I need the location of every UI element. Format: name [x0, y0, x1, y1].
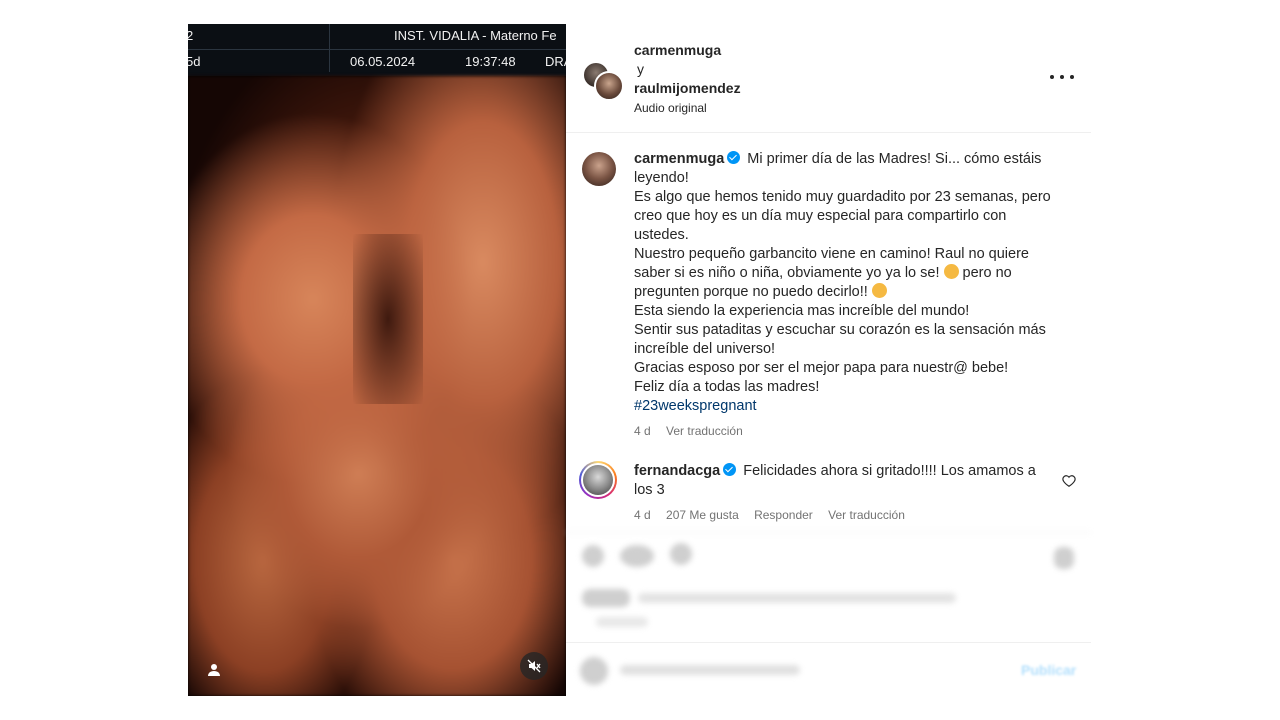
comment-input[interactable] — [580, 655, 810, 685]
ultrasound-left-top: 2 — [188, 28, 194, 43]
user-tag-icon[interactable] — [200, 656, 228, 684]
avatar[interactable] — [582, 152, 616, 186]
avatar[interactable] — [594, 71, 624, 101]
emoji-icon — [871, 283, 887, 298]
translate-link[interactable]: Ver traducción — [666, 424, 743, 438]
comment-composer: Publicar — [566, 642, 1091, 697]
caption-line: Feliz día a todas las madres! — [634, 379, 820, 395]
heart-icon[interactable] — [1062, 474, 1076, 488]
ultrasound-date: 06.05.2024 — [350, 54, 416, 69]
post-media-video[interactable]: 2 5d INST. VIDALIA - Materno Fe 06.05.20… — [188, 24, 566, 696]
comment-text: fernandacga Felicidades ahora si gritado… — [634, 462, 1044, 525]
caption-meta: 4 d Ver traducción — [634, 422, 1062, 441]
ultrasound-doctor: DRA — [545, 54, 566, 69]
ultrasound-institution: INST. VIDALIA - Materno Fe — [394, 28, 557, 43]
ultrasound-shadow — [353, 234, 423, 404]
comment-meta: 4 d 207 Me gusta Responder Ver traducció… — [634, 506, 1044, 525]
caption-line: Esta siendo la experiencia mas increíble… — [634, 303, 970, 319]
username-link[interactable]: carmenmuga — [634, 41, 741, 60]
caption-line: Sentir sus pataditas y escuchar su coraz… — [634, 322, 1046, 357]
ultrasound-header: 2 5d INST. VIDALIA - Materno Fe 06.05.20… — [188, 24, 566, 76]
caption-line: Es algo que hemos tenido muy guardadito … — [634, 189, 1051, 243]
translate-link[interactable]: Ver traducción — [828, 508, 905, 522]
collab-usernames: carmenmuga y raulmijomendez Audio origin… — [634, 41, 741, 118]
username-link[interactable]: raulmijomendez — [634, 79, 741, 98]
more-options-icon[interactable] — [1050, 70, 1074, 84]
collab-connector: y — [637, 61, 644, 77]
comment-time: 4 d — [634, 508, 651, 522]
avatar[interactable] — [579, 461, 617, 499]
post-side-panel: carmenmuga y raulmijomendez Audio origin… — [566, 24, 1091, 696]
username-link[interactable]: fernandacga — [634, 463, 720, 479]
instagram-post: 2 5d INST. VIDALIA - Materno Fe 06.05.20… — [188, 24, 1091, 696]
caption-text: carmenmuga Mi primer día de las Madres! … — [634, 150, 1062, 441]
ultrasound-time: 19:37:48 — [465, 54, 516, 69]
mute-icon[interactable] — [520, 652, 548, 680]
post-time: 4 d — [634, 424, 651, 438]
emoji-icon — [943, 264, 959, 279]
blurred-actions-area — [566, 532, 1091, 643]
comment-likes[interactable]: 207 Me gusta — [666, 508, 739, 522]
collab-avatars[interactable] — [582, 61, 624, 101]
post-header: carmenmuga y raulmijomendez Audio origin… — [566, 24, 1091, 133]
username-link[interactable]: carmenmuga — [634, 151, 724, 167]
caption-line: Gracias esposo por ser el mejor papa par… — [634, 360, 1009, 376]
hashtag-link[interactable]: #23weekspregnant — [634, 398, 757, 414]
verified-badge-icon — [723, 463, 737, 476]
verified-badge-icon — [727, 151, 741, 164]
audio-link[interactable]: Audio original — [634, 99, 741, 118]
reply-button[interactable]: Responder — [754, 508, 813, 522]
publish-button[interactable]: Publicar — [1021, 662, 1076, 678]
ultrasound-left-bottom: 5d — [188, 54, 201, 69]
